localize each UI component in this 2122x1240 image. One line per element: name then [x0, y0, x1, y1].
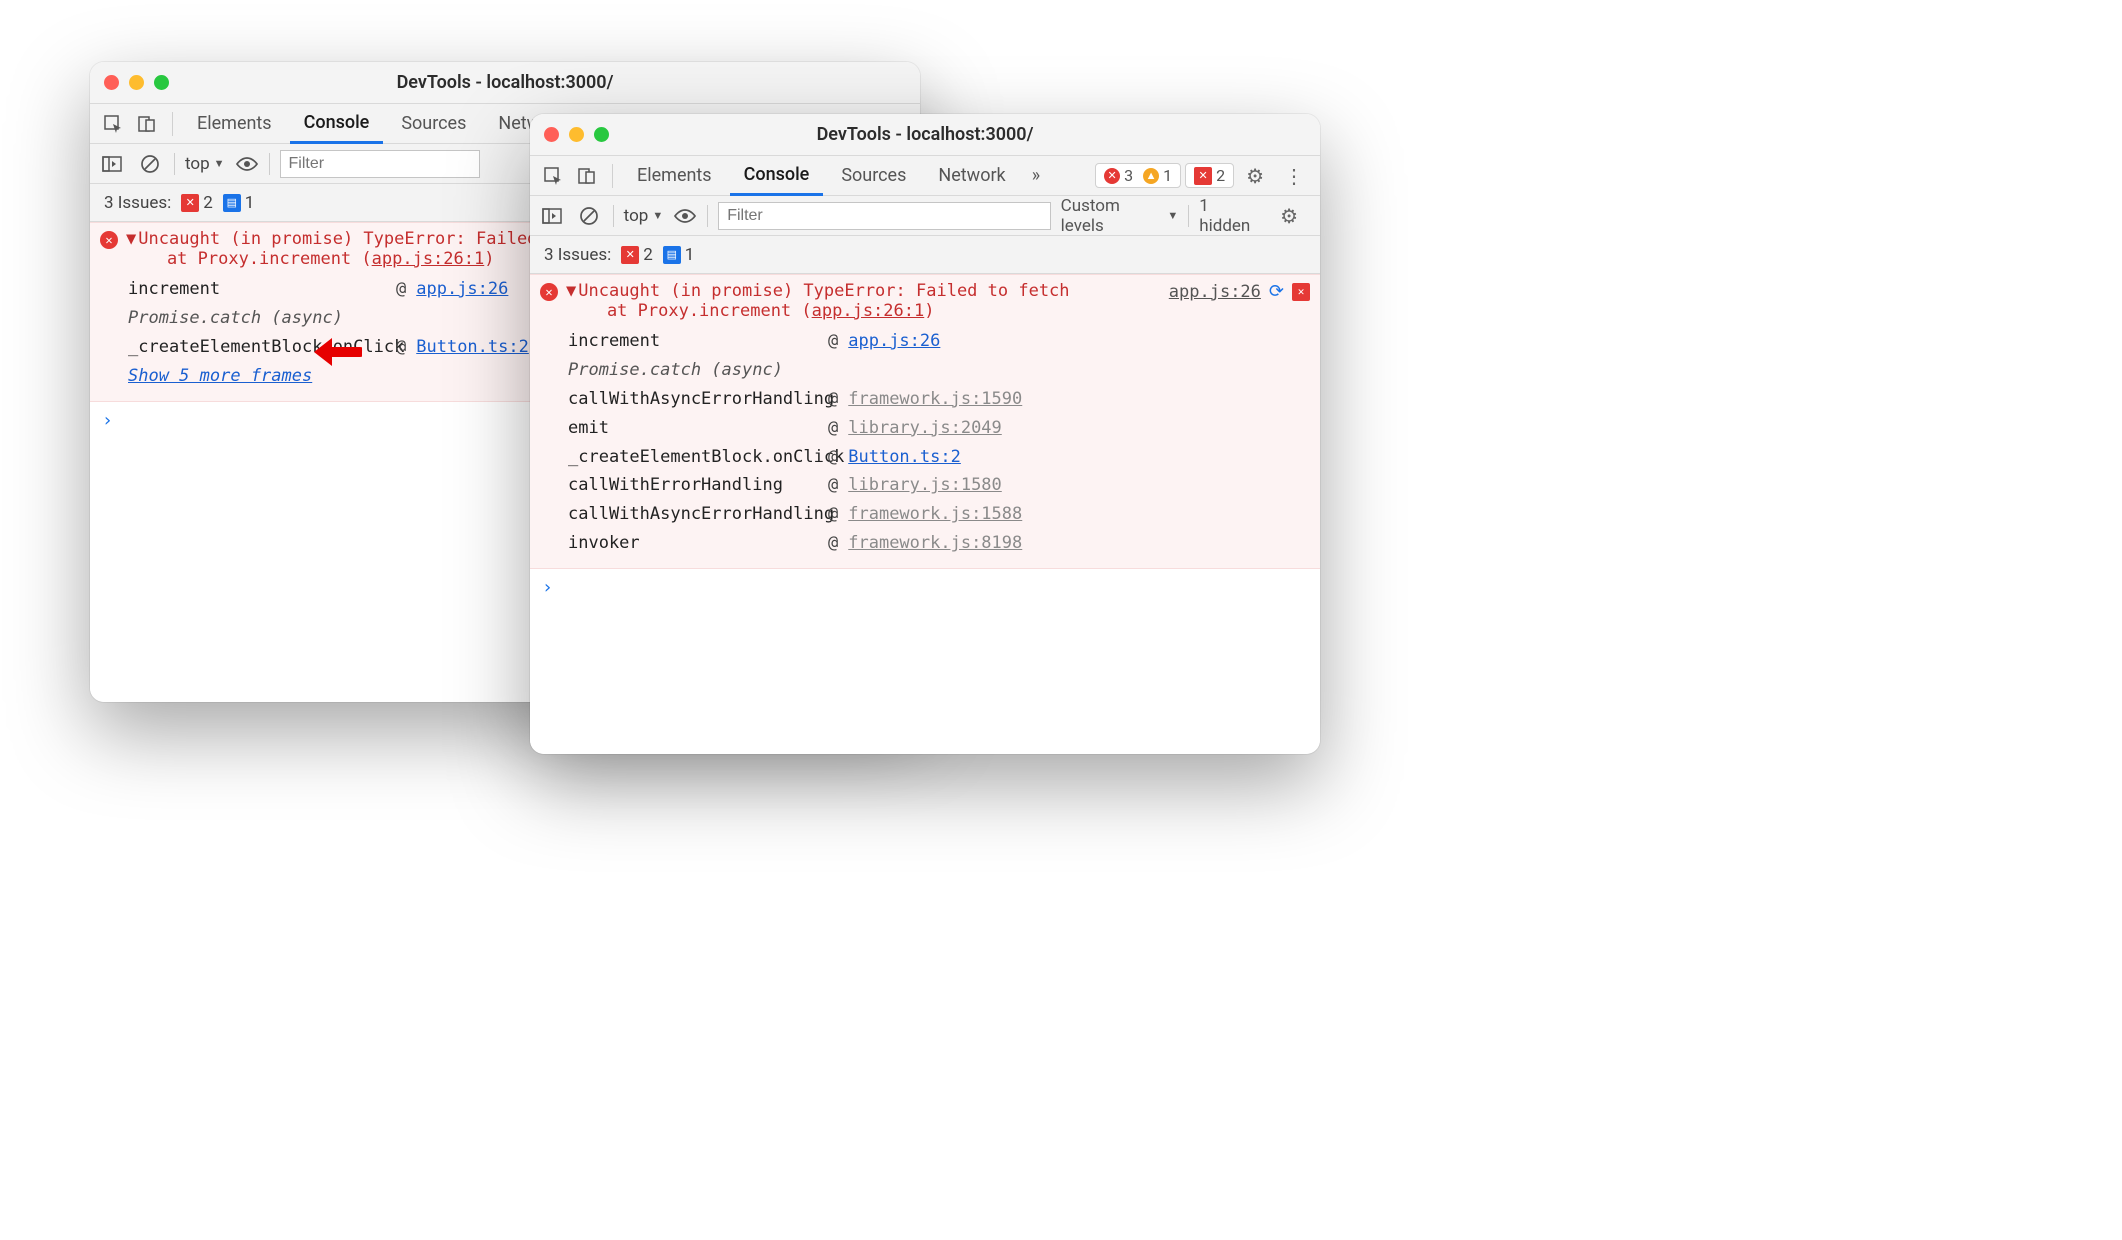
minimize-icon[interactable]: [129, 75, 144, 90]
console-prompt[interactable]: ›: [530, 569, 1320, 606]
issues-bar[interactable]: 3 Issues: ✕2 ▤1: [530, 236, 1320, 274]
maximize-icon[interactable]: [594, 127, 609, 142]
stack-frame: _createElementBlock.onClick@Button.ts:2: [568, 443, 1310, 472]
tab-elements[interactable]: Elements: [623, 156, 726, 195]
stack-frame: emit@library.js:2049: [568, 414, 1310, 443]
live-expr-icon[interactable]: [673, 208, 697, 224]
stack-frame: callWithAsyncErrorHandling@framework.js:…: [568, 500, 1310, 529]
devtools-window-expanded: DevTools - localhost:3000/ Elements Cons…: [530, 114, 1320, 754]
inspect-icon[interactable]: [98, 109, 128, 139]
show-more-frames[interactable]: Show 5 more frames: [128, 362, 312, 391]
titlebar[interactable]: DevTools - localhost:3000/: [90, 62, 920, 104]
console-body: ✕ app.js:26 ⟳ ✕ ▼Uncaught (in promise) T…: [530, 274, 1320, 754]
sidebar-toggle-icon[interactable]: [538, 208, 565, 224]
titlebar[interactable]: DevTools - localhost:3000/: [530, 114, 1320, 156]
error-badge-icon: ✕: [1292, 283, 1310, 301]
live-expr-icon[interactable]: [235, 156, 259, 172]
levels-select[interactable]: Custom levels▼: [1061, 196, 1179, 236]
close-icon[interactable]: [104, 75, 119, 90]
issues-badge[interactable]: ✕2: [1185, 163, 1234, 188]
source-link[interactable]: app.js:26: [1169, 282, 1261, 302]
source-link[interactable]: app.js:26:1: [812, 301, 925, 321]
message-badge-icon: ▤: [663, 246, 681, 264]
stack-frame: increment@app.js:26: [568, 327, 1310, 356]
error-source-corner: app.js:26 ⟳ ✕: [1169, 281, 1310, 302]
tab-sources[interactable]: Sources: [387, 104, 480, 143]
restart-frame-icon[interactable]: ⟳: [1269, 281, 1284, 302]
warning-dot-icon: ▲: [1143, 168, 1159, 184]
error-icon: ✕: [100, 231, 118, 249]
error-icon: ✕: [540, 283, 558, 301]
device-icon[interactable]: [132, 109, 162, 139]
tab-console[interactable]: Console: [730, 157, 824, 196]
clear-icon[interactable]: [136, 154, 164, 174]
chevron-down-icon: ▼: [214, 157, 225, 170]
stack-frame: invoker@framework.js:8198: [568, 529, 1310, 558]
sidebar-toggle-icon[interactable]: [98, 156, 126, 172]
maximize-icon[interactable]: [154, 75, 169, 90]
traffic-lights: [544, 127, 609, 142]
annotation-arrow-icon: [312, 334, 362, 370]
chevron-down-icon: ▼: [652, 209, 663, 222]
hidden-count[interactable]: 1 hidden: [1199, 196, 1262, 236]
close-icon[interactable]: [544, 127, 559, 142]
chevron-down-icon: ▼: [1167, 209, 1178, 222]
tab-network[interactable]: Network: [924, 156, 1019, 195]
window-title: DevTools - localhost:3000/: [530, 124, 1320, 145]
source-link[interactable]: library.js:2049: [848, 414, 1002, 443]
tab-elements[interactable]: Elements: [183, 104, 286, 143]
traffic-lights: [104, 75, 169, 90]
source-link[interactable]: app.js:26: [848, 327, 940, 356]
error-badge-icon: ✕: [181, 194, 199, 212]
error-badge-icon: ✕: [621, 246, 639, 264]
context-select[interactable]: top▼: [624, 206, 664, 226]
window-title: DevTools - localhost:3000/: [90, 72, 920, 93]
status-badges[interactable]: ✕3 ▲1: [1095, 163, 1181, 188]
stack-frame: callWithErrorHandling@library.js:1580: [568, 471, 1310, 500]
stack-frame: callWithAsyncErrorHandling@framework.js:…: [568, 385, 1310, 414]
stack-async: Promise.catch (async): [568, 356, 1310, 385]
context-select[interactable]: top▼: [185, 154, 225, 174]
more-tabs-icon[interactable]: »: [1024, 165, 1048, 186]
disclosure-icon[interactable]: ▼: [566, 281, 576, 301]
tabbar: Elements Console Sources Network » ✕3 ▲1…: [530, 156, 1320, 196]
console-settings-icon[interactable]: ⚙: [1272, 204, 1306, 228]
filter-input[interactable]: [280, 150, 480, 178]
error-dot-icon: ✕: [1104, 168, 1120, 184]
error-entry[interactable]: ✕ app.js:26 ⟳ ✕ ▼Uncaught (in promise) T…: [530, 274, 1320, 569]
source-link[interactable]: app.js:26:1: [372, 249, 485, 269]
tab-sources[interactable]: Sources: [827, 156, 920, 195]
stack-trace: increment@app.js:26 Promise.catch (async…: [568, 327, 1310, 558]
kebab-icon[interactable]: ⋮: [1276, 164, 1312, 188]
inspect-icon[interactable]: [538, 161, 568, 191]
source-link[interactable]: framework.js:1588: [848, 500, 1022, 529]
clear-icon[interactable]: [575, 206, 602, 226]
source-link[interactable]: app.js:26: [416, 275, 508, 304]
error-badge-icon: ✕: [1194, 167, 1212, 185]
source-link[interactable]: framework.js:8198: [848, 529, 1022, 558]
source-link[interactable]: library.js:1580: [848, 471, 1002, 500]
issues-label: 3 Issues:: [104, 193, 171, 213]
minimize-icon[interactable]: [569, 127, 584, 142]
issues-label: 3 Issues:: [544, 245, 611, 265]
message-badge-icon: ▤: [223, 194, 241, 212]
settings-icon[interactable]: ⚙: [1238, 164, 1272, 188]
source-link[interactable]: Button.ts:2: [416, 333, 529, 362]
disclosure-icon[interactable]: ▼: [126, 229, 136, 249]
tab-console[interactable]: Console: [290, 105, 384, 144]
source-link[interactable]: framework.js:1590: [848, 385, 1022, 414]
console-filterbar: top▼ Custom levels▼ 1 hidden ⚙: [530, 196, 1320, 236]
device-icon[interactable]: [572, 161, 602, 191]
filter-input[interactable]: [718, 202, 1050, 230]
source-link[interactable]: Button.ts:2: [848, 443, 961, 472]
